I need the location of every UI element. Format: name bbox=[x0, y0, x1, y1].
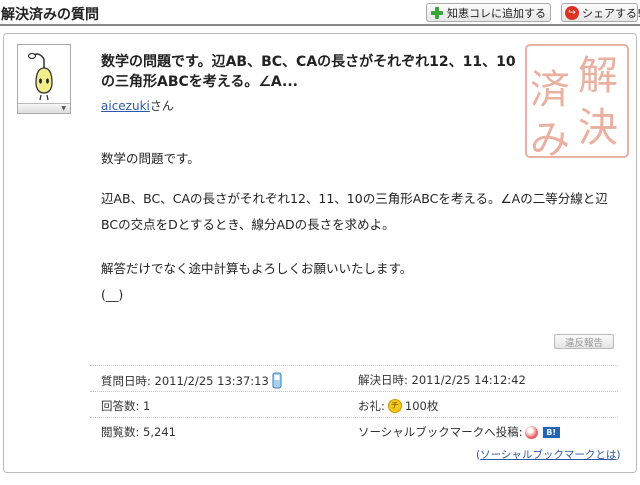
sprout-character-icon bbox=[27, 52, 53, 101]
meta-row: 回答数: 1 お礼: チ 100枚 bbox=[90, 391, 618, 416]
seal-char-2: 決 bbox=[578, 105, 618, 151]
seal-char-1: 解 bbox=[578, 53, 618, 99]
social-label: ソーシャルブックマークへ投稿: bbox=[358, 425, 523, 439]
answers-value: 1 bbox=[143, 399, 151, 413]
avatar-dropdown[interactable]: ▼ bbox=[18, 103, 70, 113]
answer-count: 回答数: 1 bbox=[101, 398, 150, 414]
resolved-seal-stamp: 解 決 済 み bbox=[525, 44, 629, 161]
social-bookmark-help-link[interactable]: ソーシャルブックマークとは bbox=[480, 449, 616, 461]
reward-value: 100枚 bbox=[404, 399, 439, 413]
social-bookmark-help: (ソーシャルブックマークとは) bbox=[476, 447, 621, 462]
share-label: シェアする! bbox=[582, 6, 640, 20]
avatar[interactable]: ▼ bbox=[17, 44, 71, 114]
mobile-phone-icon bbox=[272, 372, 282, 389]
question-title: 数学の問題です。辺AB、BC、CAの長さがそれぞれ12、11、10の三角形ABC… bbox=[101, 54, 516, 90]
plus-icon bbox=[430, 6, 444, 20]
share-button[interactable]: ↪ シェアする! bbox=[561, 3, 640, 22]
asked-label: 質問日時: bbox=[101, 373, 151, 388]
question-body-line: 解答だけでなく途中計算もよろしくお願いいたします。 bbox=[101, 261, 413, 276]
social-bookmarks: ソーシャルブックマークへ投稿: B! bbox=[358, 424, 560, 440]
share-icon: ↪ bbox=[565, 5, 579, 20]
reward: お礼: チ 100枚 bbox=[358, 398, 438, 414]
resolved-value: 2011/2/25 14:12:42 bbox=[411, 373, 526, 387]
views-label: 閲覧数: bbox=[101, 425, 140, 439]
answers-label: 回答数: bbox=[101, 399, 140, 413]
meta-row: 質問日時: 2011/2/25 13:37:13 解決日時: 2011/2/25… bbox=[90, 365, 618, 390]
asker-link[interactable]: aicezuki bbox=[101, 99, 150, 113]
seal-char-4: み bbox=[530, 117, 570, 161]
question-body-line: 辺AB、BC、CAの長さがそれぞれ12、11、10の三角形ABCを考える。∠Aの… bbox=[101, 191, 608, 232]
meta-row: 閲覧数: 5,241 ソーシャルブックマークへ投稿: B! bbox=[90, 417, 618, 442]
bookmark-service-icon[interactable] bbox=[524, 425, 538, 439]
hatena-bookmark-icon[interactable]: B! bbox=[542, 426, 560, 438]
reward-label: お礼: bbox=[358, 399, 385, 413]
resolved-time: 解決日時: 2011/2/25 14:12:42 bbox=[358, 372, 526, 388]
coin-icon: チ bbox=[387, 399, 402, 413]
asked-value: 2011/2/25 13:37:13 bbox=[154, 373, 269, 388]
add-to-collection-button[interactable]: 知恵コレに追加する bbox=[426, 3, 551, 22]
asked-time: 質問日時: 2011/2/25 13:37:13 bbox=[101, 372, 283, 389]
report-violation-button[interactable]: 違反報告 bbox=[554, 334, 614, 349]
page-header: 解決済みの質問 知恵コレに追加する ↪ シェアする! bbox=[0, 0, 640, 26]
social-link-close: ) bbox=[616, 449, 621, 461]
seal-char-3: 済 bbox=[530, 67, 570, 113]
page-title: 解決済みの質問 bbox=[1, 7, 99, 23]
views-value: 5,241 bbox=[143, 425, 176, 439]
asker-line: aicezukiさん bbox=[101, 97, 174, 114]
add-to-collection-label: 知恵コレに追加する bbox=[447, 6, 546, 20]
asker-suffix: さん bbox=[149, 99, 174, 113]
view-count: 閲覧数: 5,241 bbox=[101, 424, 176, 440]
chevron-down-icon: ▼ bbox=[61, 105, 66, 112]
resolved-label: 解決日時: bbox=[358, 373, 408, 387]
question-body-line: 数学の問題です。 bbox=[101, 151, 200, 166]
question-body-line: (__) bbox=[101, 287, 124, 302]
